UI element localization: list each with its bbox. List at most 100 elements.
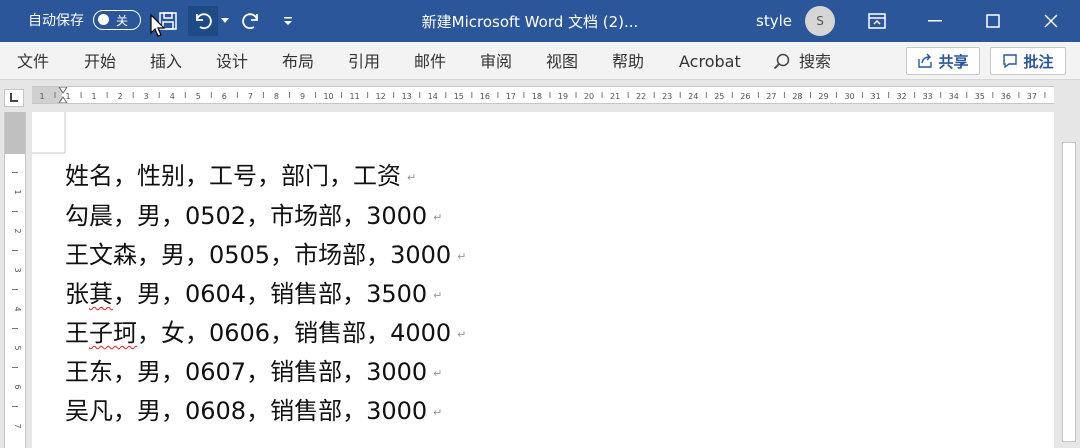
ruler-number: 17 — [506, 92, 516, 101]
ruler-number: 36 — [1001, 92, 1011, 101]
ribbon-tabs: 文件 开始 插入 设计 布局 引用 邮件 审阅 视图 帮助 Acrobat 搜索… — [0, 42, 1080, 80]
close-button[interactable] — [1026, 0, 1076, 42]
mouse-cursor-icon — [150, 14, 166, 37]
tab-design[interactable]: 设计 — [216, 51, 248, 73]
paragraph-mark: ↵ — [433, 405, 443, 419]
tab-selector[interactable] — [4, 89, 24, 107]
document-line[interactable]: 张萁，男，0604，销售部，3500 ↵ — [65, 274, 442, 308]
title-bar: 自动保存 关 新建Microsoft Word 文档 (2)... style … — [0, 0, 1080, 42]
tab-layout[interactable]: 布局 — [282, 51, 314, 73]
maximize-button[interactable] — [968, 0, 1018, 42]
ruler-number: 7 — [248, 92, 253, 101]
line-text: 王文森，男，0505，市场部，3000 — [65, 241, 452, 269]
undo-button[interactable] — [188, 6, 218, 36]
ruler-number: 11 — [350, 92, 360, 101]
ruler-margin — [5, 112, 25, 154]
ruler-number: 9 — [300, 92, 305, 101]
ruler-number: 4 — [170, 92, 175, 101]
line-text-part: 王 — [65, 319, 89, 347]
ruler-number: 30 — [844, 92, 854, 101]
ruler-number: 7 — [13, 423, 22, 428]
ruler-number: 1 — [66, 92, 71, 101]
document-line[interactable]: 王文森，男，0505，市场部，3000 ↵ — [65, 235, 466, 269]
comments-button[interactable]: 批注 — [990, 47, 1066, 75]
share-button[interactable]: 共享 — [906, 47, 980, 75]
ruler-number: 4 — [13, 306, 22, 311]
document-line[interactable]: 吴凡，男，0608，销售部，3000 ↵ — [65, 391, 442, 425]
tab-mailings[interactable]: 邮件 — [414, 51, 446, 73]
tab-references[interactable]: 引用 — [348, 51, 380, 73]
document-line[interactable]: 王东，男，0607，销售部，3000 ↵ — [65, 352, 442, 386]
toggle-knob — [98, 14, 109, 25]
vertical-ruler[interactable]: 1 2 3 4 5 6 7 — [4, 112, 26, 448]
comment-icon — [1003, 54, 1018, 69]
document-line[interactable]: 勾晨，男，0502，市场部，3000 ↵ — [65, 196, 442, 230]
search-icon — [773, 53, 790, 70]
ruler-number: 6 — [222, 92, 227, 101]
user-name[interactable]: style — [756, 11, 792, 31]
ruler-number: 24 — [688, 92, 698, 101]
ruler-number: 1 — [13, 189, 22, 194]
ribbon-display-icon — [868, 13, 886, 29]
redo-button[interactable] — [236, 6, 266, 36]
close-icon — [1044, 14, 1058, 28]
avatar[interactable]: S — [805, 6, 835, 36]
paragraph-mark: ↵ — [433, 210, 443, 224]
horizontal-ruler[interactable]: 1 1 1 2 3 4 5 6 7 8 9 10 11 12 13 14 15 16 17 18 19 20 21 22 23 2… — [32, 86, 1054, 104]
spelling-error-word[interactable]: 子珂 — [89, 319, 137, 347]
tell-me-search[interactable]: 搜索 — [773, 51, 831, 73]
ruler-number: 34 — [949, 92, 959, 101]
left-tab-icon — [10, 93, 18, 102]
ruler-number: 31 — [871, 92, 881, 101]
maximize-icon — [986, 14, 1000, 28]
ruler-number: 37 — [1027, 92, 1037, 101]
ruler-number: 25 — [714, 92, 724, 101]
tab-help[interactable]: 帮助 — [612, 51, 644, 73]
paragraph-mark: ↵ — [407, 170, 417, 184]
ruler-number: 23 — [662, 92, 672, 101]
line-text: 吴凡，男，0608，销售部，3000 — [65, 397, 428, 425]
chevron-down-icon — [221, 18, 229, 23]
ruler-number: 21 — [610, 92, 620, 101]
ruler-number: 16 — [480, 92, 490, 101]
tab-file[interactable]: 文件 — [17, 51, 49, 73]
ruler-number: 19 — [558, 92, 568, 101]
ribbon-display-options-button[interactable] — [852, 0, 902, 42]
line-text-part: 张 — [65, 280, 89, 308]
ruler-number: 32 — [897, 92, 907, 101]
ruler-margin — [32, 87, 62, 103]
ruler-number: 22 — [636, 92, 646, 101]
paragraph-mark: ↵ — [433, 288, 443, 302]
margin-crop-mark — [32, 112, 66, 154]
undo-dropdown[interactable] — [220, 14, 230, 28]
tab-insert[interactable]: 插入 — [150, 51, 182, 73]
ruler-number: 14 — [428, 92, 438, 101]
comment-label: 批注 — [1023, 52, 1054, 71]
line-text: 王东，男，0607，销售部，3000 — [65, 358, 428, 386]
ruler-number: 5 — [13, 345, 22, 350]
tab-review[interactable]: 审阅 — [480, 51, 512, 73]
customize-quick-access-button[interactable] — [280, 12, 296, 30]
spelling-error-word[interactable]: 萁 — [89, 280, 113, 308]
ruler-number: 8 — [274, 92, 279, 101]
autosave-state: 关 — [116, 14, 129, 28]
tab-acrobat[interactable]: Acrobat — [679, 51, 741, 73]
ruler-number: 1 — [39, 92, 44, 101]
line-text-part: ，女，0606，销售部，4000 — [137, 319, 452, 347]
ruler-number: 5 — [196, 92, 201, 101]
tab-view[interactable]: 视图 — [546, 51, 578, 73]
ruler-number: 20 — [584, 92, 594, 101]
tab-home[interactable]: 开始 — [84, 51, 116, 73]
redo-icon — [242, 13, 258, 30]
ruler-number: 3 — [13, 267, 22, 272]
autosave-toggle[interactable]: 关 — [93, 10, 141, 30]
autosave-label: 自动保存 — [28, 13, 84, 29]
share-icon — [918, 53, 933, 68]
minimize-button[interactable] — [910, 0, 960, 42]
ruler-number: 35 — [975, 92, 985, 101]
paragraph-mark: ↵ — [433, 366, 443, 380]
vertical-scrollbar-thumb[interactable] — [1062, 142, 1076, 442]
document-line[interactable]: 姓名，性别，工号，部门，工资 ↵ — [65, 156, 416, 190]
document-line[interactable]: 王子珂，女，0606，销售部，4000 ↵ — [65, 313, 466, 347]
ruler-number: 29 — [818, 92, 828, 101]
